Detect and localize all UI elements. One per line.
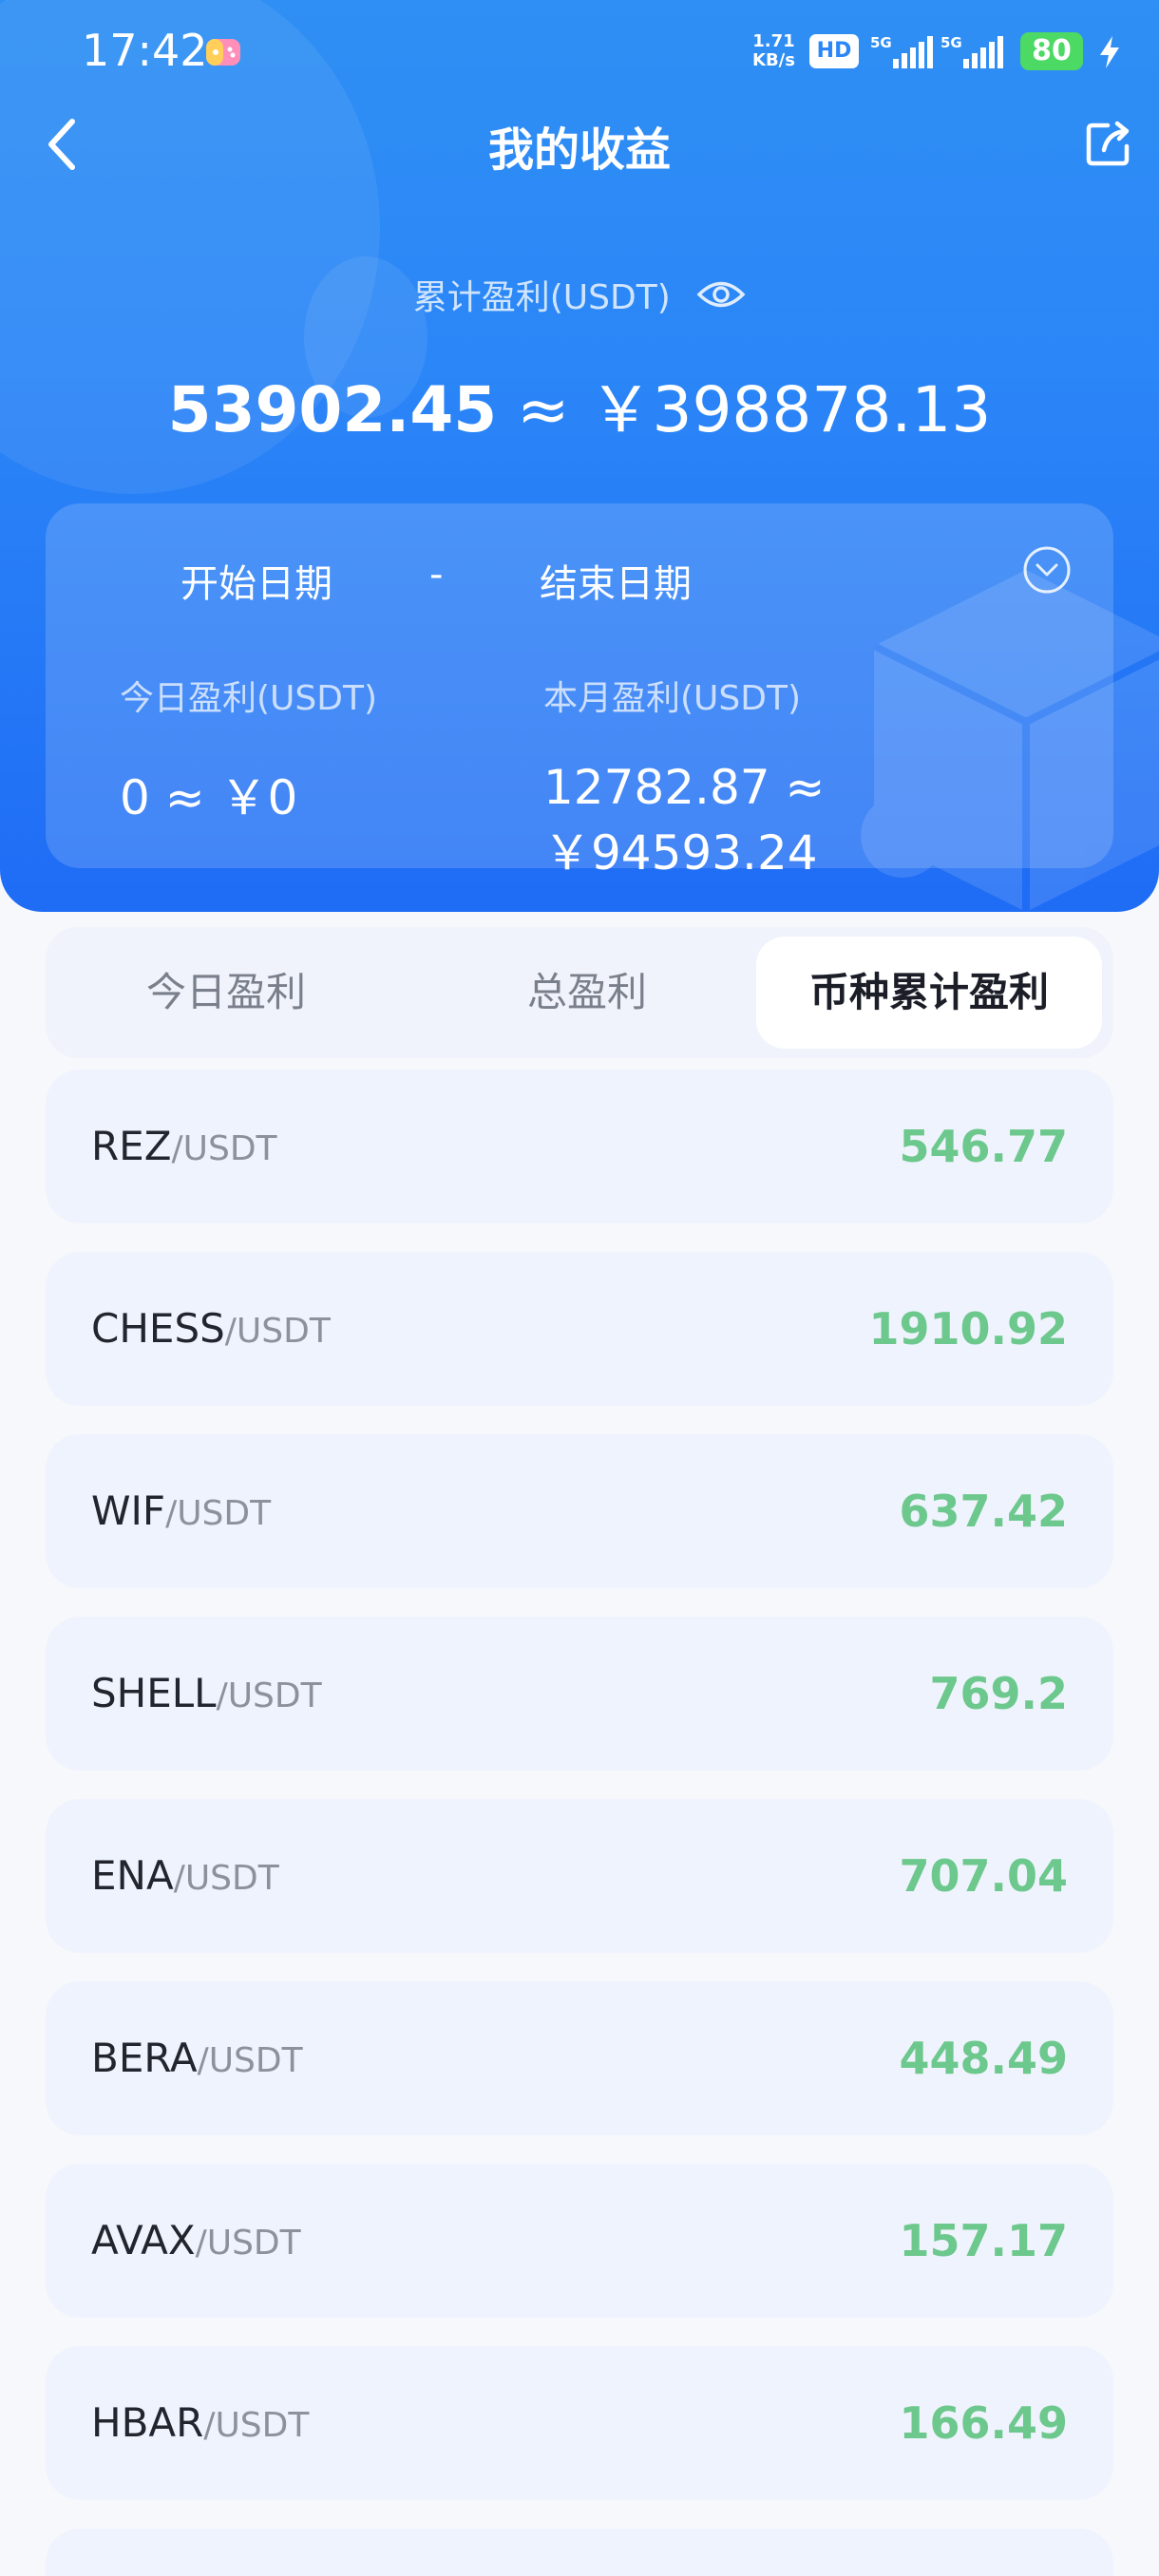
pair-quote: /USDT (173, 1859, 279, 1898)
list-item[interactable]: REZ/USDT 546.77 (46, 1070, 1113, 1223)
total-profit-label: 累计盈利(USDT) (412, 278, 671, 317)
list-item[interactable]: HBAR/USDT 166.49 (46, 2346, 1113, 2500)
share-export-icon[interactable] (1083, 118, 1134, 169)
pair-base: BERA (91, 2035, 198, 2081)
list-item-partial[interactable] (46, 2529, 1113, 2576)
pair-base: CHESS (91, 1305, 225, 1352)
total-profit-cny: ≈ ￥398878.13 (497, 373, 992, 446)
pair-quote: /USDT (171, 1129, 277, 1168)
profit-value: 166.49 (899, 2397, 1068, 2449)
list-item[interactable]: WIF/USDT 637.42 (46, 1434, 1113, 1588)
header-panel: 17:42 1.71 KB/s HD 5G 5G 80 我的收益 累计盈利(US… (0, 0, 1159, 912)
total-profit-usdt: 53902.45 (167, 373, 498, 446)
trading-pair: REZ/USDT (91, 1070, 277, 1223)
status-bar: 17:42 1.71 KB/s HD 5G 5G 80 (0, 0, 1159, 104)
start-date-picker[interactable]: 开始日期 (180, 553, 332, 608)
network-speed: 1.71 KB/s (752, 31, 795, 70)
list-item[interactable]: AVAX/USDT 157.17 (46, 2164, 1113, 2318)
status-time: 17:42 (82, 25, 208, 76)
trading-pair: HBAR/USDT (91, 2346, 309, 2500)
today-profit-value: 0 ≈ ￥0 (120, 770, 298, 825)
signal-5g-label: 5G (870, 34, 892, 51)
chevron-down-icon[interactable] (1022, 545, 1072, 595)
profit-value: 546.77 (899, 1121, 1068, 1172)
pair-base: AVAX (91, 2217, 196, 2263)
list-item[interactable]: BERA/USDT 448.49 (46, 1981, 1113, 2135)
pair-quote: /USDT (197, 2041, 303, 2080)
pair-base: REZ (91, 1123, 172, 1169)
tab-coin-cumulative-profit[interactable]: 币种累计盈利 (756, 937, 1102, 1049)
date-range-separator: - (429, 553, 444, 597)
pair-quote: /USDT (224, 1312, 331, 1351)
pair-base: HBAR (91, 2399, 204, 2446)
month-profit-label: 本月盈利(USDT) (543, 679, 802, 718)
charging-bolt-icon (1100, 36, 1119, 68)
total-profit-value: 53902.45 ≈ ￥398878.13 (0, 359, 1159, 450)
tab-today-profit[interactable]: 今日盈利 (46, 927, 407, 1058)
profit-value: 769.2 (929, 1668, 1068, 1719)
eye-visibility-icon[interactable] (696, 278, 746, 311)
pair-quote: /USDT (165, 1494, 272, 1533)
today-profit-label: 今日盈利(USDT) (120, 679, 378, 718)
list-item[interactable]: ENA/USDT 707.04 (46, 1799, 1113, 1953)
signal-5g-icon: 5G (870, 34, 933, 68)
battery-indicator: 80 (1020, 32, 1083, 70)
trading-pair: AVAX/USDT (91, 2164, 301, 2318)
profit-value: 448.49 (899, 2033, 1068, 2084)
hd-voice-badge: HD (809, 34, 859, 68)
game-controller-icon (206, 39, 240, 66)
tab-total-profit[interactable]: 总盈利 (407, 927, 768, 1058)
pair-base: ENA (91, 1852, 174, 1899)
pair-quote: /USDT (203, 2406, 310, 2445)
pair-base: SHELL (91, 1670, 217, 1716)
pair-quote: /USDT (216, 1676, 322, 1715)
pair-base: WIF (91, 1487, 166, 1534)
signal-5g-label: 5G (940, 34, 962, 51)
summary-card: 开始日期 - 结束日期 今日盈利(USDT) 本月盈利(USDT) 0 ≈ ￥0… (46, 503, 1113, 881)
trading-pair: ENA/USDT (91, 1799, 279, 1953)
page-title: 我的收益 (487, 123, 671, 177)
profit-value: 1910.92 (868, 1303, 1068, 1354)
total-profit-label-row: 累计盈利(USDT) (0, 270, 1159, 319)
profit-value: 637.42 (899, 1486, 1068, 1537)
list-item[interactable]: SHELL/USDT 769.2 (46, 1617, 1113, 1771)
trading-pair: WIF/USDT (91, 1434, 271, 1588)
trading-pair: CHESS/USDT (91, 1252, 331, 1406)
end-date-picker[interactable]: 结束日期 (540, 553, 692, 608)
list-item[interactable]: CHESS/USDT 1910.92 (46, 1252, 1113, 1406)
profit-value: 707.04 (899, 1850, 1068, 1902)
signal-5g-icon: 5G (940, 34, 1003, 68)
trading-pair: BERA/USDT (91, 1981, 303, 2135)
month-profit-value: 12782.87 ≈ ￥94593.24 (543, 760, 826, 881)
profit-value: 157.17 (899, 2215, 1068, 2266)
pair-quote: /USDT (195, 2224, 301, 2263)
profit-tabs: 今日盈利 总盈利 币种累计盈利 (46, 927, 1113, 1058)
trading-pair: SHELL/USDT (91, 1617, 322, 1771)
